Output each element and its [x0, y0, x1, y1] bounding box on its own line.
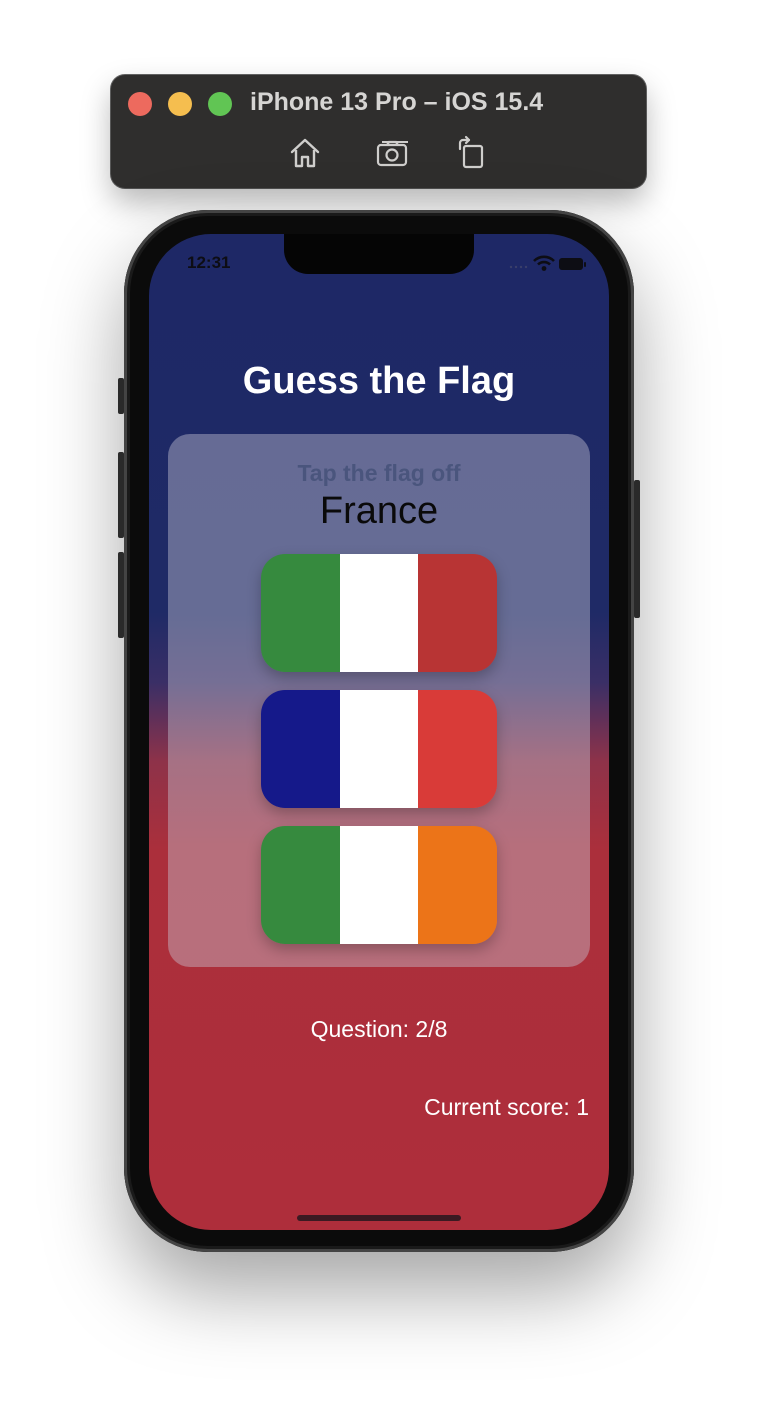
flag-button-italy[interactable] — [261, 554, 497, 672]
flag-stripe-left — [261, 554, 340, 672]
volume-up-button — [118, 452, 124, 538]
minimize-window-button[interactable] — [168, 92, 192, 116]
simulator-title: iPhone 13 Pro – iOS 15.4 — [250, 88, 544, 116]
rotate-icon[interactable] — [454, 135, 490, 171]
flag-button-ireland[interactable] — [261, 826, 497, 944]
flag-button-france[interactable] — [261, 690, 497, 808]
app-screen: 12:31 Guess the Flag Tap the flag off Fr… — [149, 234, 609, 1230]
home-icon[interactable] — [287, 135, 323, 171]
flag-stripe-right — [418, 554, 497, 672]
prompt-country: France — [319, 490, 439, 532]
flag-stripe-middle — [339, 554, 419, 672]
status-icons — [507, 254, 587, 274]
close-window-button[interactable] — [128, 92, 152, 116]
home-indicator[interactable] — [297, 1215, 461, 1221]
flag-stripe-middle — [339, 690, 419, 808]
flag-stripe-left — [261, 690, 340, 808]
flag-stripe-left — [261, 826, 340, 944]
simulator-stage: iPhone 13 Pro – iOS 15.4 12:31 Guess the… — [0, 0, 758, 1404]
status-time: 12:31 — [187, 253, 231, 272]
wifi-icon — [533, 255, 555, 271]
screenshot-icon[interactable] — [375, 135, 411, 171]
zoom-window-button[interactable] — [208, 92, 232, 116]
flag-stripe-middle — [339, 826, 419, 944]
prompt-subtitle: Tap the flag off — [297, 460, 461, 486]
app-title: Guess the Flag — [242, 360, 516, 402]
battery-icon — [559, 258, 586, 270]
silent-switch — [118, 378, 124, 414]
volume-down-button — [118, 552, 124, 638]
current-score: Current score: 1 — [424, 1094, 589, 1120]
quiz-card: Tap the flag off France — [168, 434, 590, 967]
simulator-toolbar: iPhone 13 Pro – iOS 15.4 — [111, 75, 646, 188]
notch — [284, 234, 474, 274]
flag-stripe-right — [418, 826, 497, 944]
side-button — [634, 480, 640, 618]
signal-icon — [509, 265, 528, 269]
question-counter: Question: 2/8 — [310, 1016, 448, 1042]
flag-stripe-right — [418, 690, 497, 808]
